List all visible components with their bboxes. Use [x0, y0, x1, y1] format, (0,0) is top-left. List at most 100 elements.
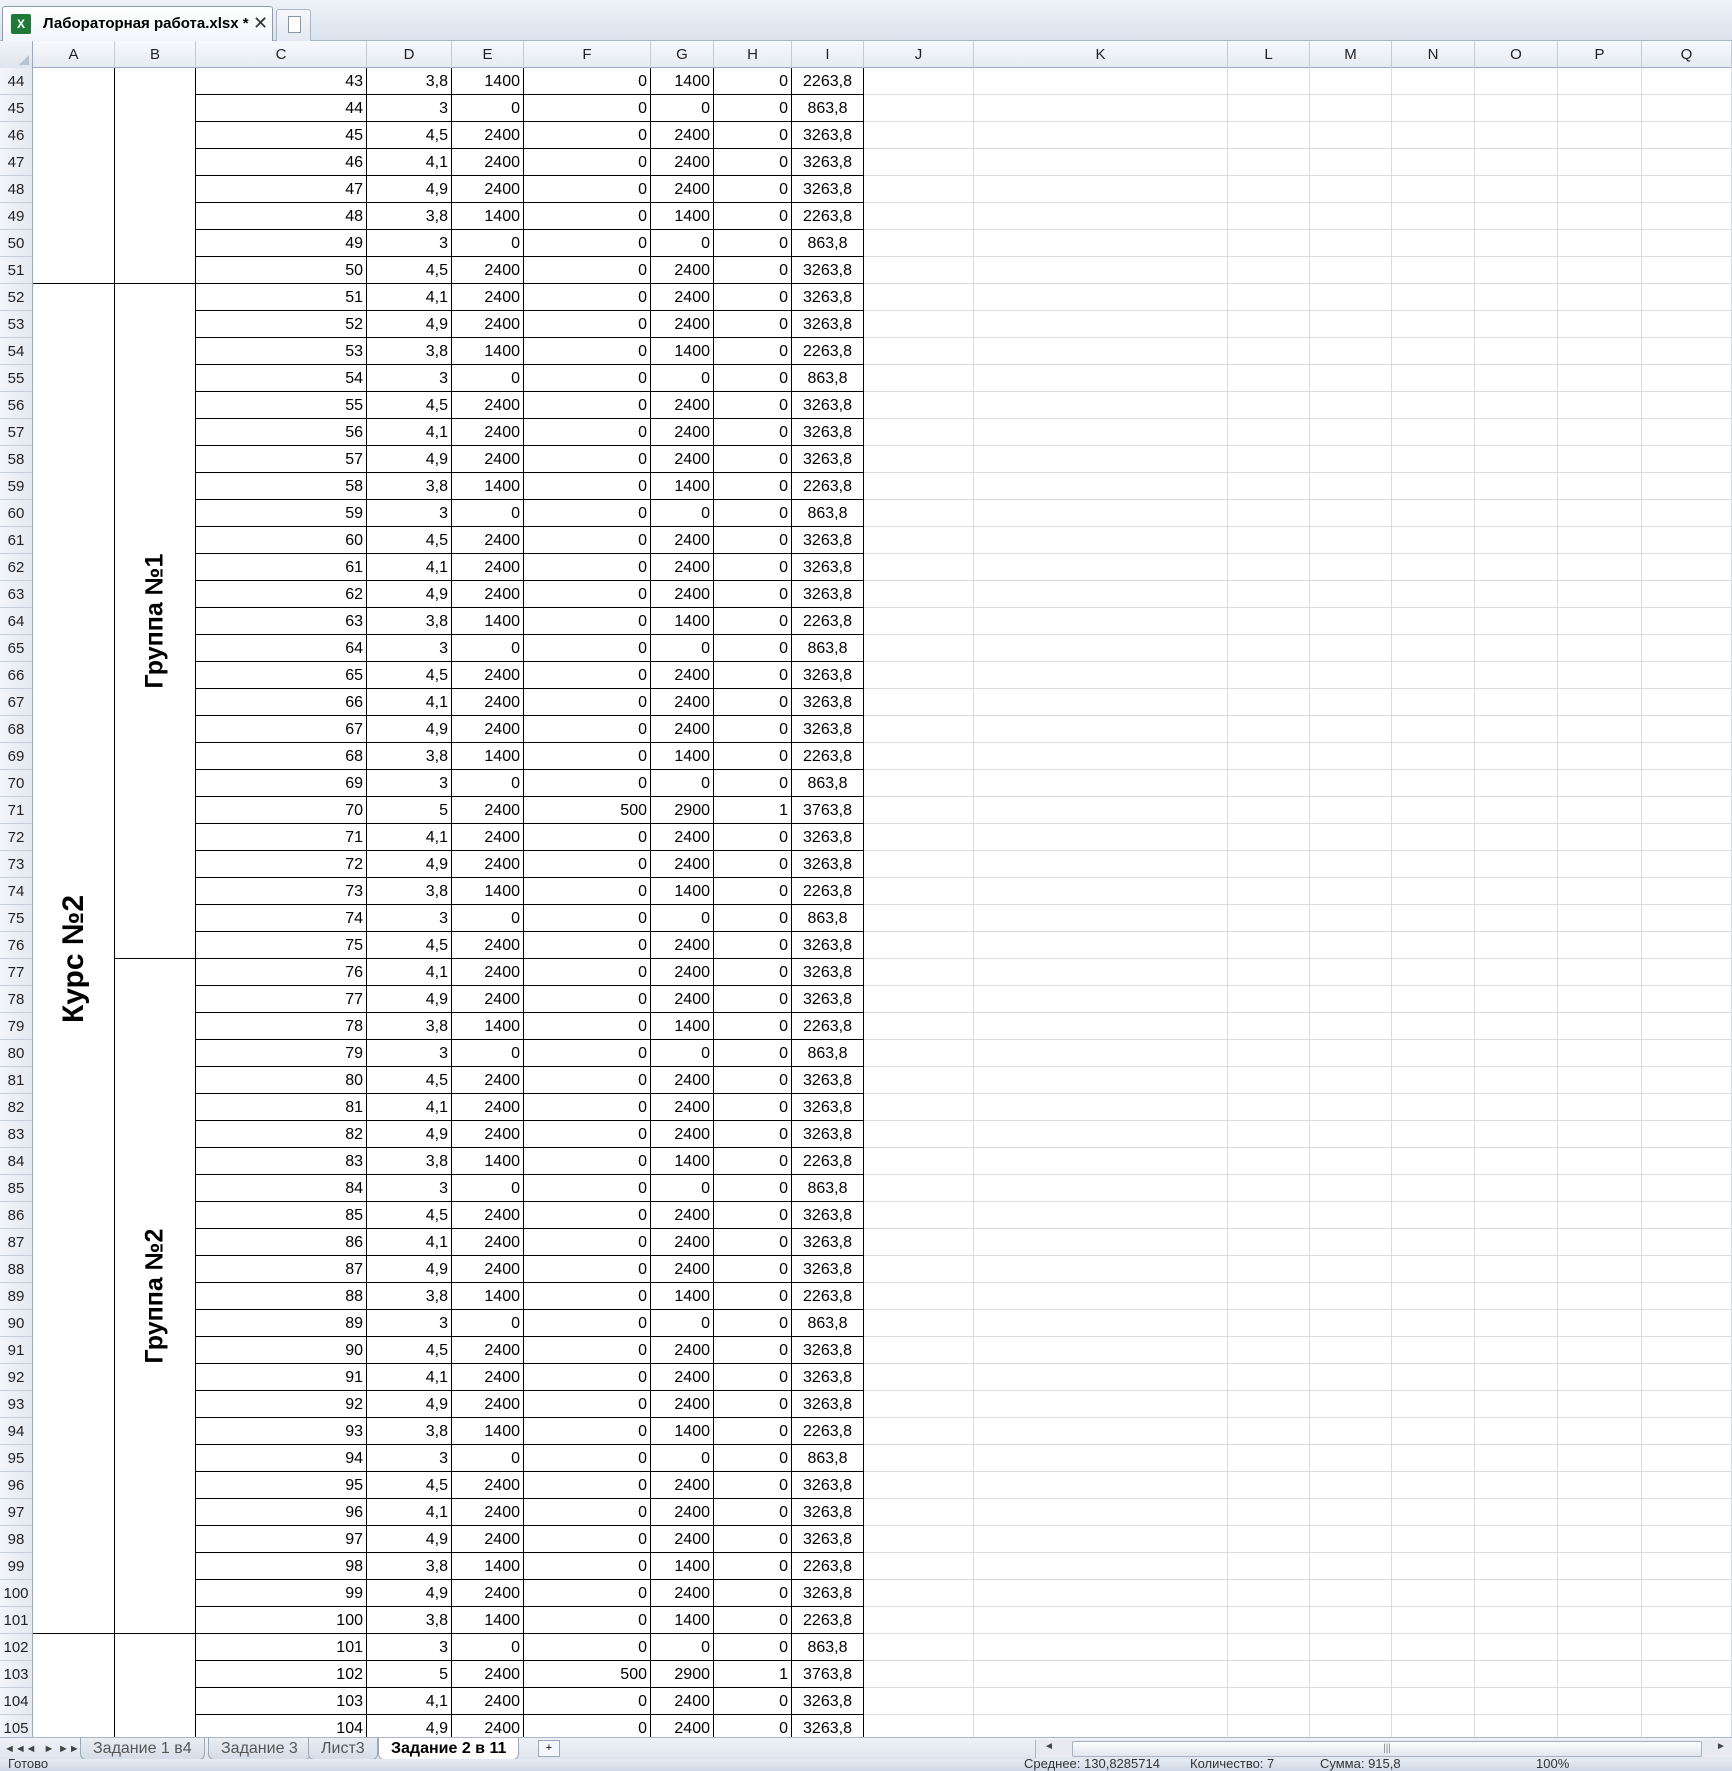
cell-e[interactable]: 2400 [452, 932, 524, 959]
cell-i[interactable]: 3263,8 [792, 1121, 864, 1148]
cell-i[interactable]: 3263,8 [792, 149, 864, 176]
cell-c[interactable]: 78 [196, 1013, 367, 1040]
cell-f[interactable]: 0 [524, 1634, 651, 1661]
cell-c[interactable]: 97 [196, 1526, 367, 1553]
cell-d[interactable]: 4,1 [367, 1499, 452, 1526]
cell-i[interactable]: 863,8 [792, 1175, 864, 1202]
row-header[interactable]: 53 [0, 311, 33, 338]
cell-h[interactable]: 0 [714, 1040, 792, 1067]
row-header[interactable]: 71 [0, 797, 33, 824]
cell-d[interactable]: 4,5 [367, 527, 452, 554]
cell-c[interactable]: 93 [196, 1418, 367, 1445]
cell-i[interactable]: 2263,8 [792, 473, 864, 500]
cell-f[interactable]: 0 [524, 689, 651, 716]
cell-i[interactable]: 3263,8 [792, 1067, 864, 1094]
cell-c[interactable]: 80 [196, 1067, 367, 1094]
cell-i[interactable]: 3263,8 [792, 581, 864, 608]
cell-h[interactable]: 0 [714, 716, 792, 743]
merged-cell-group-2[interactable]: Группа №2 [115, 959, 196, 1634]
cell-g[interactable]: 1400 [651, 1013, 714, 1040]
cell-i[interactable]: 3263,8 [792, 1499, 864, 1526]
cell-e[interactable]: 1400 [452, 203, 524, 230]
cell-g[interactable]: 1400 [651, 1283, 714, 1310]
cell-g[interactable]: 0 [651, 1634, 714, 1661]
cell-i[interactable]: 2263,8 [792, 878, 864, 905]
cell-h[interactable]: 0 [714, 743, 792, 770]
cell-f[interactable]: 0 [524, 770, 651, 797]
cell-h[interactable]: 0 [714, 176, 792, 203]
row-header[interactable]: 57 [0, 419, 33, 446]
cell-c[interactable]: 72 [196, 851, 367, 878]
cell-c[interactable]: 98 [196, 1553, 367, 1580]
column-header-g[interactable]: G [651, 41, 714, 68]
cell-d[interactable]: 3,8 [367, 1553, 452, 1580]
cell-i[interactable]: 863,8 [792, 365, 864, 392]
cell-c[interactable]: 54 [196, 365, 367, 392]
cell-h[interactable]: 0 [714, 689, 792, 716]
cell-i[interactable]: 863,8 [792, 95, 864, 122]
select-all-corner[interactable] [0, 41, 33, 68]
cell-h[interactable]: 0 [714, 230, 792, 257]
row-header[interactable]: 87 [0, 1229, 33, 1256]
row-header[interactable]: 75 [0, 905, 33, 932]
cell-h[interactable]: 0 [714, 635, 792, 662]
cell-g[interactable]: 2400 [651, 419, 714, 446]
cell-f[interactable]: 0 [524, 662, 651, 689]
row-header[interactable]: 88 [0, 1256, 33, 1283]
cell-f[interactable]: 0 [524, 1175, 651, 1202]
cell-e[interactable]: 2400 [452, 419, 524, 446]
cell-g[interactable]: 1400 [651, 1148, 714, 1175]
cell-f[interactable]: 0 [524, 1688, 651, 1715]
cell-f[interactable]: 0 [524, 1418, 651, 1445]
cell-i[interactable]: 3263,8 [792, 1391, 864, 1418]
cell-i[interactable]: 2263,8 [792, 1607, 864, 1634]
cell-g[interactable]: 0 [651, 1445, 714, 1472]
cell-d[interactable]: 4,1 [367, 419, 452, 446]
cell-c[interactable]: 55 [196, 392, 367, 419]
cell-c[interactable]: 51 [196, 284, 367, 311]
cell-e[interactable]: 0 [452, 365, 524, 392]
row-header[interactable]: 59 [0, 473, 33, 500]
merged-cell-group-prev[interactable] [115, 68, 196, 284]
cell-c[interactable]: 85 [196, 1202, 367, 1229]
cell-g[interactable]: 2400 [651, 527, 714, 554]
cell-f[interactable]: 500 [524, 797, 651, 824]
cell-e[interactable]: 2400 [452, 176, 524, 203]
cell-f[interactable]: 0 [524, 851, 651, 878]
cell-e[interactable]: 2400 [452, 1715, 524, 1737]
cell-c[interactable]: 89 [196, 1310, 367, 1337]
row-header[interactable]: 67 [0, 689, 33, 716]
cell-i[interactable]: 3263,8 [792, 1580, 864, 1607]
cell-d[interactable]: 5 [367, 1661, 452, 1688]
cell-d[interactable]: 4,5 [367, 1337, 452, 1364]
cell-f[interactable]: 0 [524, 1715, 651, 1737]
cell-h[interactable]: 1 [714, 797, 792, 824]
cell-e[interactable]: 1400 [452, 1283, 524, 1310]
cell-i[interactable]: 2263,8 [792, 1283, 864, 1310]
merged-cell-course[interactable]: Курс №2 [33, 284, 115, 1634]
cell-c[interactable]: 101 [196, 1634, 367, 1661]
cell-i[interactable]: 863,8 [792, 230, 864, 257]
cell-c[interactable]: 58 [196, 473, 367, 500]
row-header[interactable]: 103 [0, 1661, 33, 1688]
cell-c[interactable]: 76 [196, 959, 367, 986]
row-header[interactable]: 74 [0, 878, 33, 905]
row-header[interactable]: 100 [0, 1580, 33, 1607]
cell-d[interactable]: 4,1 [367, 1094, 452, 1121]
cell-e[interactable]: 2400 [452, 1499, 524, 1526]
sheet-tab[interactable]: Лист3 [308, 1738, 378, 1760]
row-header[interactable]: 52 [0, 284, 33, 311]
column-header-o[interactable]: O [1475, 41, 1558, 68]
cell-e[interactable]: 2400 [452, 284, 524, 311]
column-header-i[interactable]: I [792, 41, 864, 68]
cell-g[interactable]: 0 [651, 95, 714, 122]
row-header[interactable]: 85 [0, 1175, 33, 1202]
row-header[interactable]: 84 [0, 1148, 33, 1175]
cell-h[interactable]: 0 [714, 608, 792, 635]
cell-i[interactable]: 2263,8 [792, 1148, 864, 1175]
cell-h[interactable]: 0 [714, 500, 792, 527]
row-header[interactable]: 61 [0, 527, 33, 554]
cell-h[interactable]: 0 [714, 68, 792, 95]
cell-i[interactable]: 3263,8 [792, 689, 864, 716]
cell-e[interactable]: 2400 [452, 1661, 524, 1688]
